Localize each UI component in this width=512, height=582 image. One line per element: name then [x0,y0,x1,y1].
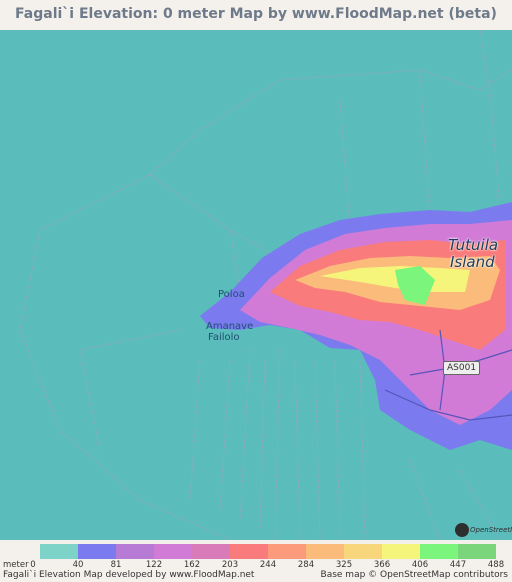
map-canvas [0,30,512,540]
legend-swatch [154,544,192,559]
legend-value: 325 [335,560,353,570]
legend-unit: meter [3,560,29,570]
legend-swatch [420,544,458,559]
map-title: Fagali`i Elevation: 0 meter Map by www.F… [15,6,497,22]
island-label-line1: Tutuila [448,236,499,254]
legend-value: 40 [72,560,84,570]
place-poloa: Poloa [218,289,245,300]
legend-swatch [78,544,116,559]
legend-color-scale [40,544,496,559]
legend-value: 488 [487,560,505,570]
legend-swatch [268,544,306,559]
elevation-legend: meter 0 40 81 122 162 203 244 284 325 366 406 447 48… [0,540,512,582]
legend-swatch [382,544,420,559]
footer-basemap: Base map © OpenStreetMap contributors [320,570,508,580]
legend-value: 284 [297,560,315,570]
road-shield-as001: AS001 [443,361,481,375]
legend-swatch [116,544,154,559]
osm-logo-icon [455,523,469,537]
place-amanave: Amanave [206,321,254,332]
legend-swatch [458,544,496,559]
legend-value: 81 [110,560,122,570]
elevation-map[interactable]: Tutuila Island Poloa Amanave Failolo AS0… [0,30,512,540]
place-failolo: Failolo [208,332,240,343]
legend-swatch [230,544,268,559]
footer-credit: Fagali`i Elevation Map developed by www.… [3,570,255,580]
legend-swatch [344,544,382,559]
island-label-line2: Island [450,253,495,271]
legend-value: 244 [259,560,277,570]
legend-value: 162 [183,560,201,570]
legend-value: 0 [30,560,36,570]
legend-value: 366 [373,560,391,570]
legend-value: 122 [145,560,163,570]
legend-swatch [192,544,230,559]
legend-value: 406 [411,560,429,570]
legend-swatch [306,544,344,559]
legend-value: 447 [449,560,467,570]
legend-swatch [40,544,78,559]
osm-watermark: OpenStreetMap [470,526,512,534]
legend-value: 203 [221,560,239,570]
